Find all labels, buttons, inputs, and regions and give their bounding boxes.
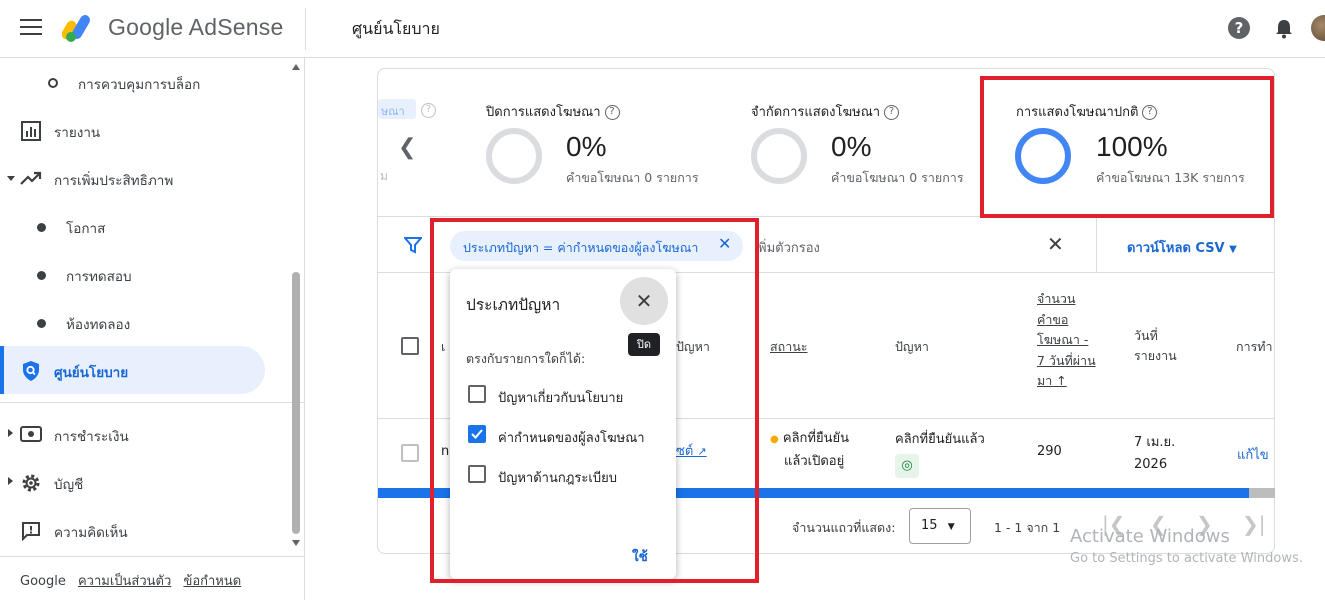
expand-caret-icon [7,176,15,181]
column-header-requests[interactable]: จำนวน คำขอ โฆษณา -7 วันที่ผ่าน มา ↑ [1037,289,1096,392]
menu-icon[interactable] [20,19,42,37]
notifications-bell-icon[interactable] [1273,17,1295,39]
sidebar-item-account[interactable]: บัญชี [0,460,290,504]
active-indicator [0,346,4,394]
payments-icon [20,426,42,442]
page-title: ศูนย์นโยบาย [352,19,440,38]
add-filter-input[interactable]: พิ่มตัวกรอง [758,237,820,258]
scroll-up-arrow-icon[interactable] [292,64,300,70]
sidebar-item-block-controls[interactable]: การควบคุมการบล็อก [0,60,290,104]
brand-name: Google AdSense [108,14,284,40]
help-circle-icon[interactable]: ? [604,105,620,120]
scrollbar-track [1249,488,1275,498]
adsense-logo [62,15,90,42]
row-checkbox[interactable] [401,444,419,462]
sidebar-item-policy-center[interactable]: ศูนย์นโยบาย [0,346,265,394]
terms-link[interactable]: ข้อกำหนด [183,574,241,589]
help-circle-icon[interactable]: ? [884,105,900,120]
stat-title-ads-limited: จำกัดการแสดงโฆษณา? [751,101,900,122]
highlight-box [980,76,1274,218]
trending-up-icon [20,171,42,185]
rows-per-page-select[interactable]: 15 ▼ [909,508,971,544]
dropdown-arrow-icon: ▼ [1229,244,1237,255]
sidebar: การควบคุมการบล็อก รายงาน การเพิ่มประสิทธ… [0,58,305,600]
row-problem: คลิกที่ยืนยันแล้ว [895,432,985,447]
sidebar-item-experiments[interactable]: การทดสอบ [0,252,290,296]
activate-windows-watermark: Activate Windows [1070,526,1230,547]
divider [1096,218,1097,272]
gear-icon [22,474,40,492]
help-circle-icon[interactable]: ? [421,100,436,119]
activate-windows-hint: Go to Settings to activate Windows. [1070,551,1303,566]
scroll-down-arrow-icon[interactable] [292,540,300,546]
scroll-thumb[interactable] [292,272,300,534]
verified-click-icon: ◎ [895,454,919,478]
chevron-left-icon[interactable]: ❮ [398,135,416,160]
progress-ring-ads-limited [751,128,807,184]
pagination-range: 1 - 1 จาก 1 [994,520,1061,535]
row-requests: 290 [1037,444,1062,459]
row-date: 7 เม.ย. 2026 [1134,435,1176,472]
sidebar-divider [0,556,305,557]
sidebar-item-labs[interactable]: ห้องทดลอง [0,300,290,344]
partial-stat-sub: ม [380,169,388,183]
status-dot-icon: ● [770,434,779,445]
sidebar-item-payments[interactable]: การชำระเงิน [0,412,290,456]
column-header-problem[interactable]: ปัญหา [895,337,929,357]
help-icon[interactable]: ? [1228,17,1250,39]
bullet-icon [37,223,46,232]
filter-icon[interactable] [404,236,422,254]
column-header-status[interactable]: สถานะ [770,337,807,357]
bar-chart-icon [21,121,41,141]
progress-ring-ads-off [486,128,542,184]
select-all-checkbox[interactable] [401,337,419,355]
feedback-icon [22,522,40,541]
row-status: ● คลิกที่ยืนยัน แล้วเปิดอยู่ [770,431,849,469]
highlight-box [430,218,759,583]
privacy-link[interactable]: ความเป็นส่วนตัว [78,574,171,589]
sidebar-item-optimization[interactable]: การเพิ่มประสิทธิภาพ [0,156,290,200]
shield-search-icon [23,361,39,381]
last-page-icon[interactable]: ❯| [1242,512,1266,536]
sidebar-footer: Google ความเป็นส่วนตัว ข้อกำหนด [20,570,241,591]
avatar[interactable] [1311,15,1325,41]
dropdown-arrow-icon: ▼ [947,522,955,532]
clear-filters-icon[interactable]: ✕ [1047,232,1064,256]
sidebar-divider [0,402,305,403]
stat-percent-ads-limited: 0% [831,131,872,162]
stat-sub-ads-off: คำขอโฆษณา 0 รายการ [566,170,699,185]
ring-bullet-icon [48,78,58,88]
header-divider [305,8,306,50]
expand-caret-icon [8,429,13,437]
bullet-icon [37,271,46,280]
rows-per-page-label: จำนวนแถวที่แสดง: [792,520,896,535]
edit-link[interactable]: แก้ไข [1237,444,1269,465]
stat-percent-ads-off: 0% [566,131,607,162]
partial-stat-chip: ษณา [378,99,416,119]
expand-caret-icon [8,477,13,485]
sidebar-item-opportunities[interactable]: โอกาส [0,204,290,248]
stat-title-ads-off: ปิดการแสดงโฆษณา? [486,101,620,122]
google-footer-label: Google [20,574,66,589]
bullet-icon [37,319,46,328]
stat-sub-ads-limited: คำขอโฆษณา 0 รายการ [831,170,964,185]
top-app-bar: Google AdSense ศูนย์นโยบาย ? [0,0,1325,58]
sidebar-item-feedback[interactable]: ความคิดเห็น [0,508,290,552]
sidebar-item-reports[interactable]: รายงาน [0,108,290,152]
column-header-action: การทำ [1236,339,1273,354]
download-csv-button[interactable]: ดาวน์โหลด CSV ▼ [1127,237,1237,258]
column-header-date[interactable]: วันที่ รายงาน [1134,326,1177,366]
